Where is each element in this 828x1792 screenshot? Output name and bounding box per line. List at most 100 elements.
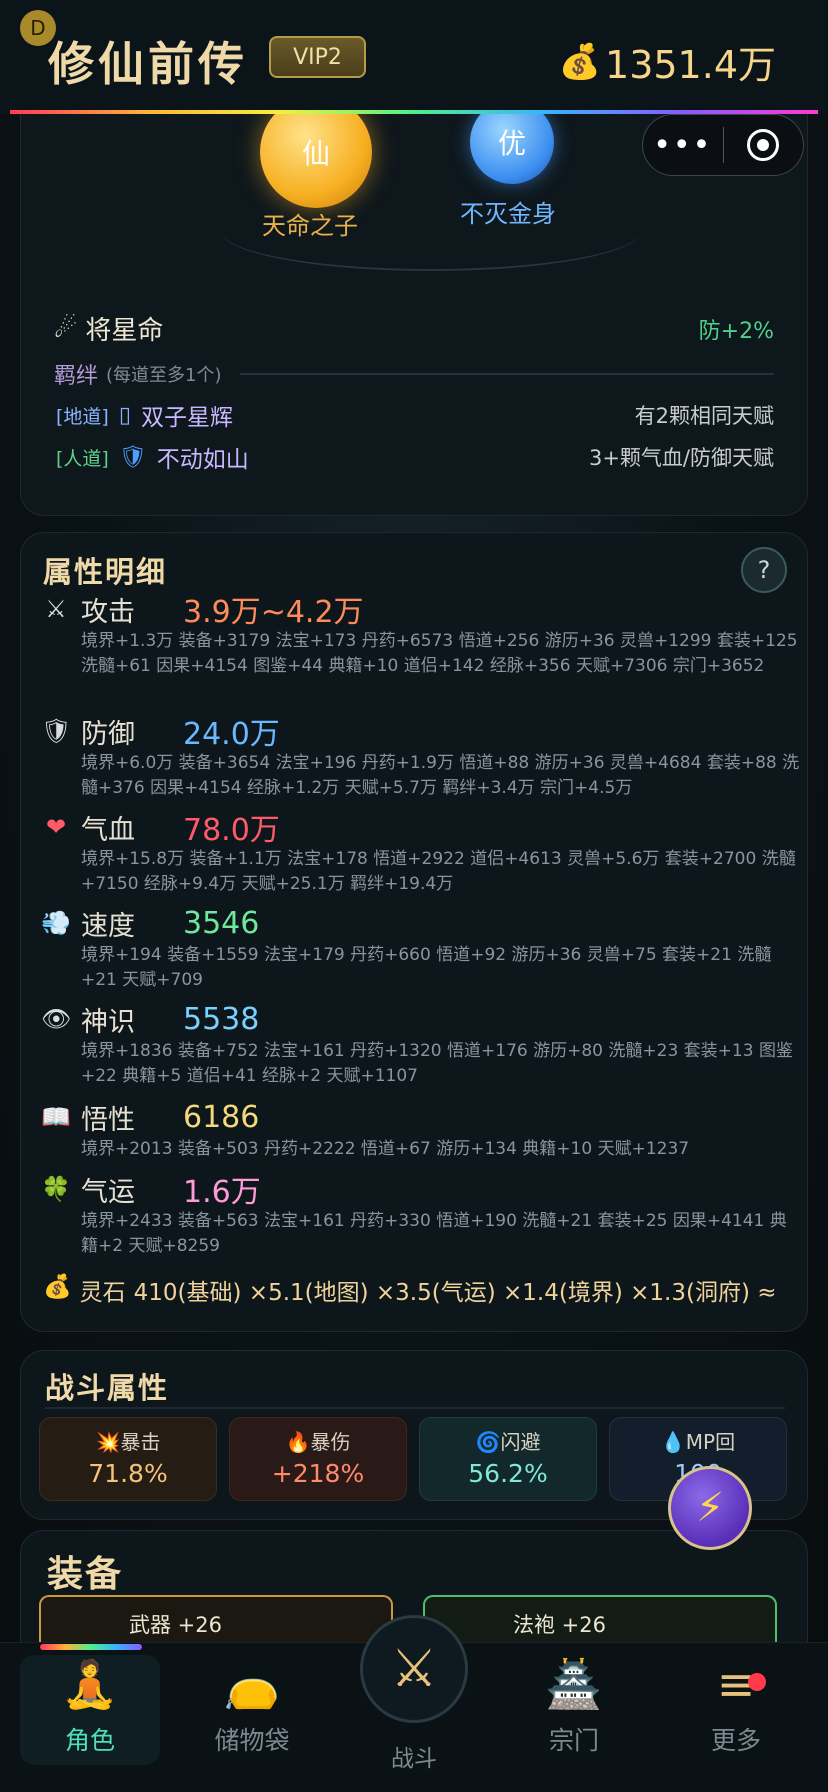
bottom-nav: 🧘 角色 👝 储物袋 ⚔ 战斗 🏯 宗门 ≡ 更多 [0, 1615, 828, 1792]
bond-requirement: 有2颗相同天赋 [634, 404, 774, 428]
user-avatar[interactable]: D [20, 10, 56, 46]
stat-value: +218% [271, 1459, 365, 1488]
attr-breakdown: 境界+15.8万 装备+1.1万 法宝+178 悟道+2922 道侣+4613 … [81, 849, 796, 894]
help-button[interactable]: ? [741, 547, 787, 593]
nav-label: 宗门 [548, 1726, 599, 1755]
twin-star-icon: ▯ [118, 402, 131, 428]
star-destiny-row: ☄ 将星命 防+2% [54, 310, 774, 347]
attr-breakdown: 境界+2013 装备+503 丹药+2222 悟道+67 游历+134 典籍+1… [81, 1139, 690, 1159]
nav-label: 更多 [710, 1726, 761, 1755]
bond-name: 不动如山 [156, 447, 249, 473]
attr-value: 5538 [183, 1001, 260, 1037]
stat-value: 71.8% [88, 1459, 168, 1488]
stone-label: 灵石 [79, 1280, 126, 1306]
star-destiny-name: 将星命 [85, 316, 164, 346]
vip-badge[interactable]: VIP2 [269, 36, 366, 78]
attr-name: 神识 [81, 1006, 135, 1038]
more-dots-icon[interactable]: ••• [643, 128, 723, 163]
crossed-swords-icon: ⚔ [390, 1639, 438, 1699]
nav-sect[interactable]: 🏯 宗门 [504, 1655, 644, 1757]
attr-health: ❤ 气血 78.0万 境界+15.8万 装备+1.1万 法宝+178 悟道+29… [41, 807, 801, 897]
nav-character[interactable]: 🧘 角色 [20, 1655, 160, 1765]
target-icon[interactable] [724, 129, 804, 161]
bond-tag: [人道] [56, 447, 109, 470]
rainbow-indicator [40, 1644, 142, 1650]
equip-label: 武器 +26 [129, 1613, 222, 1637]
shield-icon: 🛡 [118, 444, 147, 470]
stat-label: 暴伤 [310, 1430, 351, 1454]
stat-value: 56.2% [468, 1459, 548, 1488]
stat-label: 闪避 [500, 1430, 541, 1454]
stat-dodge: 🌀闪避 56.2% [419, 1417, 597, 1501]
stat-crit: 💥暴击 71.8% [39, 1417, 217, 1501]
attr-name: 攻击 [81, 596, 135, 628]
attr-value: 78.0万 [183, 813, 280, 848]
top-bar: 修仙前传 VIP2 💰 1351.4万 [0, 0, 828, 114]
money-bag-icon: 💰 [43, 1274, 72, 1300]
droplet-icon: 💧 [660, 1430, 686, 1454]
equip-label: 法袍 +26 [513, 1613, 606, 1637]
menu-icon: ≡ [716, 1657, 756, 1711]
lightning-icon[interactable]: ⚡ [668, 1466, 752, 1550]
nav-label: 角色 [64, 1726, 115, 1755]
bond-row[interactable]: [人道] 🛡 不动如山 3+颗气血/防御天赋 [56, 440, 774, 474]
attr-breakdown: 境界+6.0万 装备+3654 法宝+196 丹药+1.9万 悟道+88 游历+… [81, 753, 800, 798]
nav-more[interactable]: ≡ 更多 [666, 1655, 806, 1757]
nav-battle[interactable]: ⚔ [360, 1615, 468, 1723]
comet-icon: ☄ [54, 313, 78, 344]
heart-icon: ❤ [45, 813, 67, 841]
attr-luck: 🍀 气运 1.6万 境界+2433 装备+563 法宝+161 丹药+330 悟… [41, 1169, 801, 1259]
shield-icon: 🛡 [41, 717, 72, 745]
attr-breakdown: 境界+1.3万 装备+3179 法宝+173 丹药+6573 悟道+256 游历… [81, 631, 798, 676]
talent-orb-blue-label: 不灭金身 [460, 200, 556, 228]
wind-icon: 💨 [41, 909, 71, 937]
attr-defense: 🛡 防御 24.0万 境界+6.0万 装备+3654 法宝+196 丹药+1.9… [41, 711, 801, 801]
bond-note: (每道至多1个) [106, 365, 222, 386]
attr-comprehension: 📖 悟性 6186 境界+2013 装备+503 丹药+2222 悟道+67 游… [41, 1097, 801, 1162]
spirit-stone-formula: 💰 灵石 410(基础) ×5.1(地图) ×3.5(气运) ×1.4(境界) … [43, 1273, 803, 1307]
stat-label: MP回 [685, 1430, 736, 1454]
swirl-icon: 🌀 [475, 1430, 501, 1454]
attr-value: 3.9万~4.2万 [183, 595, 364, 630]
stat-label: 暴击 [120, 1430, 161, 1454]
bond-row[interactable]: [地道] ▯ 双子星辉 有2颗相同天赋 [56, 398, 774, 432]
book-icon: 📖 [41, 1103, 71, 1131]
mini-program-capsule: ••• [642, 114, 804, 176]
temple-icon: 🏯 [545, 1657, 603, 1711]
attr-breakdown: 境界+2433 装备+563 法宝+161 丹药+330 悟道+190 洗髓+2… [81, 1211, 787, 1256]
bond-name: 双子星辉 [140, 405, 233, 431]
attr-breakdown: 境界+1836 装备+752 法宝+161 丹药+1320 悟道+176 游历+… [81, 1041, 793, 1086]
attr-breakdown: 境界+194 装备+1559 法宝+179 丹药+660 悟道+92 游历+36… [81, 945, 772, 990]
attr-name: 气运 [81, 1176, 135, 1208]
attr-name: 悟性 [81, 1104, 135, 1136]
attr-name: 防御 [81, 718, 135, 750]
attr-name: 气血 [81, 814, 135, 846]
attr-value: 24.0万 [183, 717, 280, 752]
notification-dot [748, 1673, 766, 1691]
combat-title: 战斗属性 [45, 1371, 170, 1405]
game-title: 修仙前传 [48, 37, 248, 91]
bond-section-title: 羁绊 (每道至多1个) [54, 358, 774, 390]
attr-value: 3546 [183, 905, 260, 941]
bond-title: 羁绊 [54, 364, 99, 389]
nav-storage-bag[interactable]: 👝 储物袋 [182, 1655, 322, 1757]
stat-crit-damage: 🔥暴伤 +218% [229, 1417, 407, 1501]
money-bag-icon: 💰 [558, 41, 602, 82]
eye-icon: 👁 [41, 1005, 72, 1033]
star-destiny-bonus: 防+2% [698, 318, 774, 344]
fire-icon: 🔥 [285, 1430, 311, 1454]
attr-attack: ⚔ 攻击 3.9万~4.2万 境界+1.3万 装备+3179 法宝+173 丹药… [41, 589, 801, 679]
bond-tag: [地道] [56, 405, 109, 428]
attribute-card: 属性明细 ? ⚔ 攻击 3.9万~4.2万 境界+1.3万 装备+3179 法宝… [20, 532, 808, 1332]
attr-value: 1.6万 [183, 1175, 261, 1210]
nav-label: 储物袋 [214, 1726, 290, 1755]
sword-icon: ⚔ [45, 595, 67, 623]
pouch-icon: 👝 [223, 1657, 281, 1711]
attribute-title: 属性明细 [43, 555, 168, 589]
equipment-title: 装备 [47, 1554, 124, 1595]
game-page: 修仙前传 VIP2 💰 1351.4万 D ••• 仙 天命之子 优 不灭金身 … [0, 0, 828, 1792]
talent-orb-gold-label: 天命之子 [262, 212, 358, 240]
coin-balance: 💰 1351.4万 [559, 34, 776, 89]
stone-formula: 410(基础) ×5.1(地图) ×3.5(气运) ×1.4(境界) ×1.3(… [133, 1280, 777, 1306]
nav-label: 战斗 [391, 1746, 437, 1772]
